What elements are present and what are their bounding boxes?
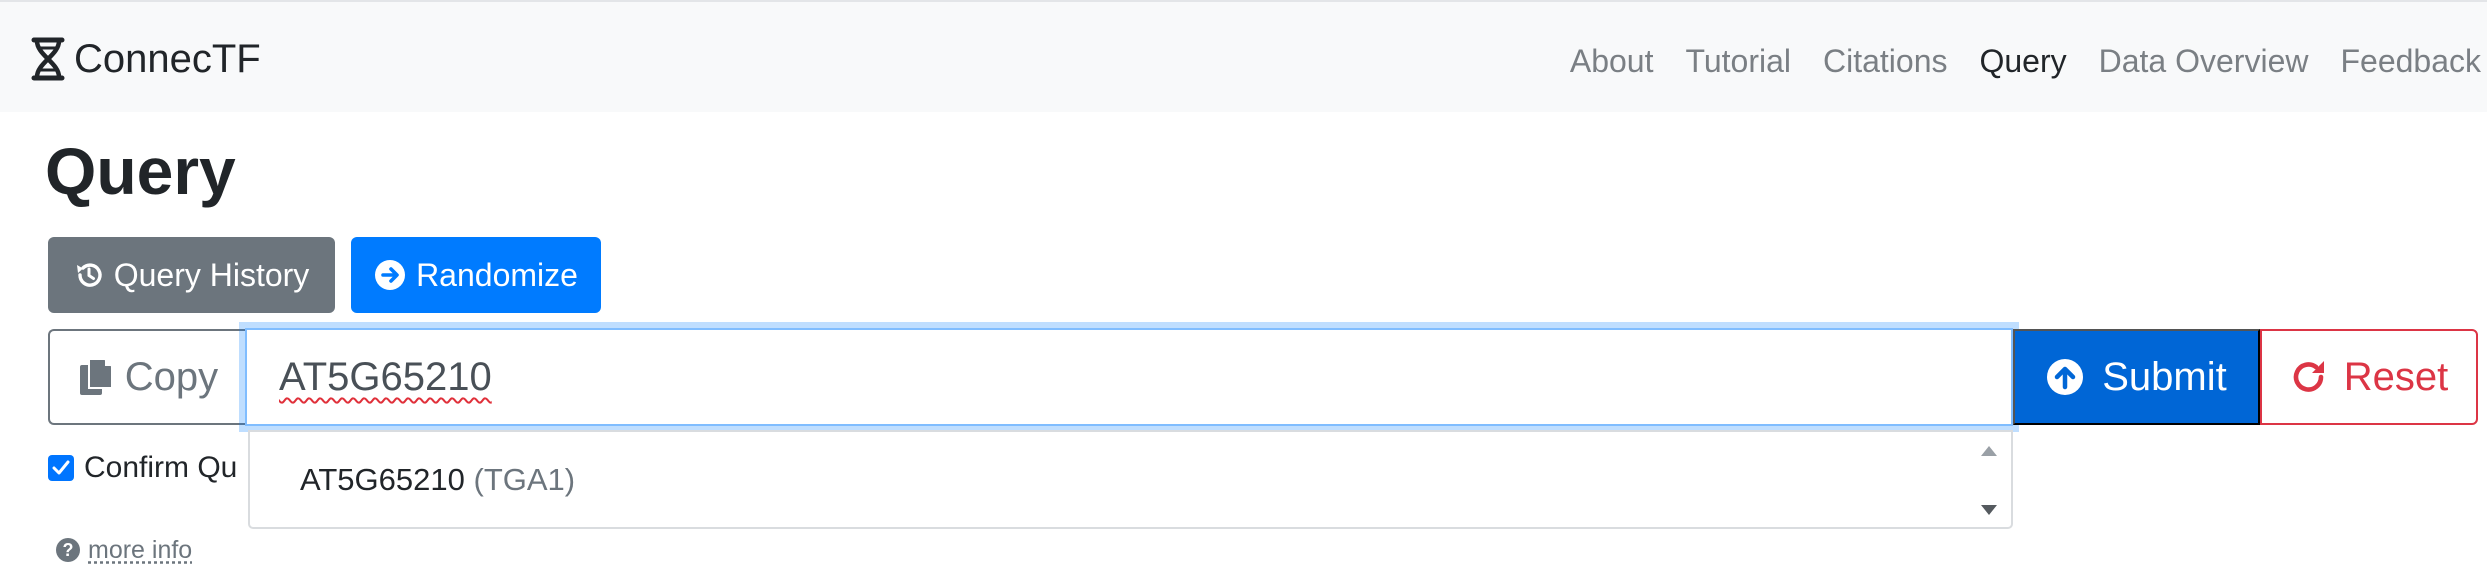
copy-button[interactable]: Copy <box>48 329 247 425</box>
query-input-value: AT5G65210 <box>279 355 492 399</box>
brand-link[interactable]: ConnecTF <box>30 32 261 86</box>
submit-button[interactable]: Submit <box>2013 329 2260 425</box>
navbar: ConnecTF About Tutorial Citations Query … <box>0 0 2487 112</box>
confirm-query-label: Confirm Qu <box>84 451 238 484</box>
nav-link-feedback[interactable]: Feedback <box>2340 36 2481 86</box>
reset-label: Reset <box>2343 354 2449 399</box>
more-info-link[interactable]: ? more info <box>56 534 192 566</box>
question-circle-icon: ? <box>56 538 80 562</box>
nav-link-query[interactable]: Query <box>1979 36 2066 86</box>
scroll-down-arrow[interactable] <box>1981 505 1997 515</box>
brand-name: ConnecTF <box>74 37 261 81</box>
autocomplete-option-alias: (TGA1) <box>473 462 576 497</box>
check-icon <box>52 460 70 475</box>
autocomplete-dropdown: AT5G65210 (TGA1) <box>248 430 2013 529</box>
arrow-circle-right-icon <box>375 260 406 290</box>
randomize-label: Randomize <box>416 256 578 293</box>
query-history-button[interactable]: Query History <box>48 237 335 313</box>
more-info-label: more info <box>88 535 193 564</box>
copy-icon <box>79 358 113 395</box>
dna-icon <box>31 37 65 81</box>
randomize-button[interactable]: Randomize <box>351 237 601 313</box>
nav-links: About Tutorial Citations Query Data Over… <box>1538 36 2481 86</box>
arrow-circle-up-icon <box>2047 359 2084 395</box>
history-icon <box>76 263 102 287</box>
confirm-query-checkbox[interactable] <box>48 455 74 481</box>
nav-link-data-overview[interactable]: Data Overview <box>2099 36 2309 86</box>
copy-label: Copy <box>124 354 219 399</box>
reset-button[interactable]: Reset <box>2260 329 2478 425</box>
nav-link-citations[interactable]: Citations <box>1823 36 1948 86</box>
redo-icon <box>2293 361 2324 392</box>
query-input[interactable]: AT5G65210 <box>245 328 2013 426</box>
submit-label: Submit <box>2102 354 2227 399</box>
autocomplete-option-id: AT5G65210 <box>300 462 465 497</box>
page-title: Query <box>45 134 236 208</box>
nav-link-about[interactable]: About <box>1570 36 1654 86</box>
confirm-query-option[interactable]: Confirm Qu <box>48 450 237 486</box>
query-history-label: Query History <box>113 256 310 293</box>
autocomplete-option[interactable]: AT5G65210 (TGA1) <box>300 454 575 506</box>
nav-link-tutorial[interactable]: Tutorial <box>1685 36 1791 86</box>
scroll-up-arrow[interactable] <box>1981 446 1997 456</box>
